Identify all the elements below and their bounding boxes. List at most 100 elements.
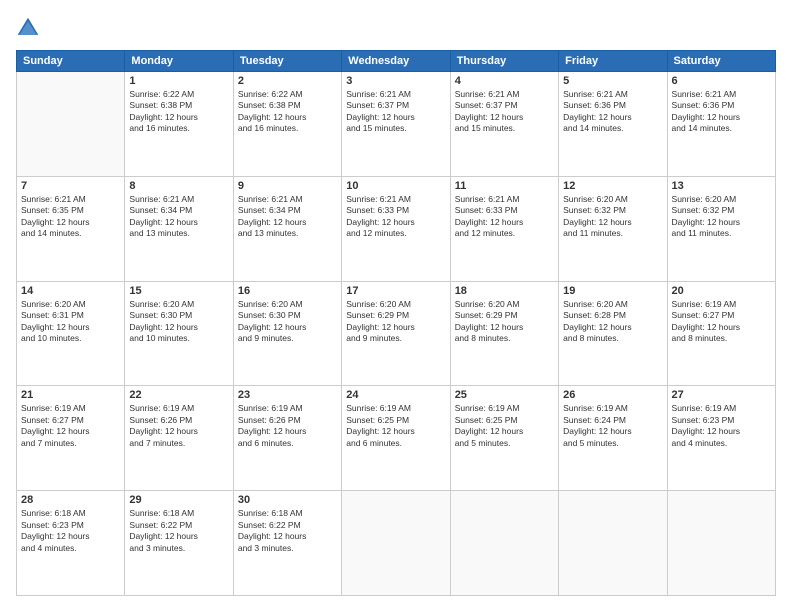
calendar-week-row: 7 Sunrise: 6:21 AM Sunset: 6:35 PM Daylig…	[17, 176, 776, 281]
calendar-cell: 11 Sunrise: 6:21 AM Sunset: 6:33 PM Dayli…	[450, 176, 558, 281]
calendar-cell: 2 Sunrise: 6:22 AM Sunset: 6:38 PM Daylig…	[233, 72, 341, 177]
day-info: Sunrise: 6:19 AM Sunset: 6:23 PM Dayligh…	[672, 403, 771, 449]
calendar-cell: 30 Sunrise: 6:18 AM Sunset: 6:22 PM Dayli…	[233, 491, 341, 596]
calendar-cell: 14 Sunrise: 6:20 AM Sunset: 6:31 PM Dayli…	[17, 281, 125, 386]
day-info: Sunrise: 6:21 AM Sunset: 6:36 PM Dayligh…	[563, 89, 662, 135]
day-info: Sunrise: 6:19 AM Sunset: 6:26 PM Dayligh…	[238, 403, 337, 449]
day-number: 15	[129, 285, 228, 297]
calendar-cell: 15 Sunrise: 6:20 AM Sunset: 6:30 PM Dayli…	[125, 281, 233, 386]
day-info: Sunrise: 6:20 AM Sunset: 6:29 PM Dayligh…	[346, 299, 445, 345]
weekday-header: Friday	[559, 51, 667, 72]
weekday-header: Wednesday	[342, 51, 450, 72]
calendar-cell: 12 Sunrise: 6:20 AM Sunset: 6:32 PM Dayli…	[559, 176, 667, 281]
day-number: 20	[672, 285, 771, 297]
day-info: Sunrise: 6:21 AM Sunset: 6:33 PM Dayligh…	[346, 194, 445, 240]
calendar-cell: 28 Sunrise: 6:18 AM Sunset: 6:23 PM Dayli…	[17, 491, 125, 596]
calendar-cell: 7 Sunrise: 6:21 AM Sunset: 6:35 PM Daylig…	[17, 176, 125, 281]
calendar-cell: 17 Sunrise: 6:20 AM Sunset: 6:29 PM Dayli…	[342, 281, 450, 386]
day-info: Sunrise: 6:20 AM Sunset: 6:28 PM Dayligh…	[563, 299, 662, 345]
calendar-cell: 23 Sunrise: 6:19 AM Sunset: 6:26 PM Dayli…	[233, 386, 341, 491]
day-number: 1	[129, 75, 228, 87]
calendar-cell: 26 Sunrise: 6:19 AM Sunset: 6:24 PM Dayli…	[559, 386, 667, 491]
calendar-cell: 27 Sunrise: 6:19 AM Sunset: 6:23 PM Dayli…	[667, 386, 775, 491]
page: SundayMondayTuesdayWednesdayThursdayFrid…	[0, 0, 792, 612]
day-number: 8	[129, 180, 228, 192]
calendar-cell	[559, 491, 667, 596]
logo-icon	[16, 16, 40, 40]
calendar-cell: 21Sunrise: 6:19 AM Sunset: 6:27 PM Dayli…	[17, 386, 125, 491]
calendar-cell: 4 Sunrise: 6:21 AM Sunset: 6:37 PM Daylig…	[450, 72, 558, 177]
day-info: Sunrise: 6:18 AM Sunset: 6:23 PM Dayligh…	[21, 508, 120, 554]
day-number: 14	[21, 285, 120, 297]
calendar-cell: 16 Sunrise: 6:20 AM Sunset: 6:30 PM Dayli…	[233, 281, 341, 386]
day-number: 5	[563, 75, 662, 87]
day-info: Sunrise: 6:22 AM Sunset: 6:38 PM Dayligh…	[238, 89, 337, 135]
day-number: 16	[238, 285, 337, 297]
calendar-table: SundayMondayTuesdayWednesdayThursdayFrid…	[16, 50, 776, 596]
day-info: Sunrise: 6:20 AM Sunset: 6:30 PM Dayligh…	[129, 299, 228, 345]
day-info: Sunrise: 6:21 AM Sunset: 6:37 PM Dayligh…	[346, 89, 445, 135]
calendar-cell	[342, 491, 450, 596]
weekday-header: Saturday	[667, 51, 775, 72]
day-number: 4	[455, 75, 554, 87]
calendar-cell: 10 Sunrise: 6:21 AM Sunset: 6:33 PM Dayli…	[342, 176, 450, 281]
calendar-cell: 22 Sunrise: 6:19 AM Sunset: 6:26 PM Dayli…	[125, 386, 233, 491]
day-info: Sunrise: 6:20 AM Sunset: 6:32 PM Dayligh…	[563, 194, 662, 240]
calendar-week-row: 1 Sunrise: 6:22 AM Sunset: 6:38 PM Daylig…	[17, 72, 776, 177]
day-number: 24	[346, 389, 445, 401]
day-info: Sunrise: 6:20 AM Sunset: 6:30 PM Dayligh…	[238, 299, 337, 345]
day-number: 27	[672, 389, 771, 401]
day-number: 10	[346, 180, 445, 192]
day-info: Sunrise: 6:18 AM Sunset: 6:22 PM Dayligh…	[238, 508, 337, 554]
calendar-cell: 13 Sunrise: 6:20 AM Sunset: 6:32 PM Dayli…	[667, 176, 775, 281]
weekday-header: Monday	[125, 51, 233, 72]
calendar-cell: 3 Sunrise: 6:21 AM Sunset: 6:37 PM Daylig…	[342, 72, 450, 177]
day-info: Sunrise: 6:19 AM Sunset: 6:25 PM Dayligh…	[346, 403, 445, 449]
calendar-cell	[667, 491, 775, 596]
calendar-cell: 1Sunrise: 6:22 AM Sunset: 6:38 PM Daylig…	[125, 72, 233, 177]
day-number: 3	[346, 75, 445, 87]
calendar-cell	[17, 72, 125, 177]
calendar-cell: 18 Sunrise: 6:20 AM Sunset: 6:29 PM Dayli…	[450, 281, 558, 386]
day-number: 21	[21, 389, 120, 401]
day-number: 22	[129, 389, 228, 401]
weekday-header: Sunday	[17, 51, 125, 72]
day-info: Sunrise: 6:20 AM Sunset: 6:29 PM Dayligh…	[455, 299, 554, 345]
weekday-header: Thursday	[450, 51, 558, 72]
day-info: Sunrise: 6:19 AM Sunset: 6:26 PM Dayligh…	[129, 403, 228, 449]
calendar-week-row: 28 Sunrise: 6:18 AM Sunset: 6:23 PM Dayli…	[17, 491, 776, 596]
calendar-header-row: SundayMondayTuesdayWednesdayThursdayFrid…	[17, 51, 776, 72]
day-info: Sunrise: 6:21 AM Sunset: 6:34 PM Dayligh…	[238, 194, 337, 240]
calendar-cell: 24 Sunrise: 6:19 AM Sunset: 6:25 PM Dayli…	[342, 386, 450, 491]
day-number: 26	[563, 389, 662, 401]
calendar-cell: 8 Sunrise: 6:21 AM Sunset: 6:34 PM Daylig…	[125, 176, 233, 281]
day-info: Sunrise: 6:20 AM Sunset: 6:32 PM Dayligh…	[672, 194, 771, 240]
day-info: Sunrise: 6:21 AM Sunset: 6:34 PM Dayligh…	[129, 194, 228, 240]
day-info: Sunrise: 6:19 AM Sunset: 6:24 PM Dayligh…	[563, 403, 662, 449]
day-number: 13	[672, 180, 771, 192]
day-number: 12	[563, 180, 662, 192]
day-info: Sunrise: 6:21 AM Sunset: 6:37 PM Dayligh…	[455, 89, 554, 135]
day-info: Sunrise: 6:19 AM Sunset: 6:25 PM Dayligh…	[455, 403, 554, 449]
day-number: 6	[672, 75, 771, 87]
day-number: 11	[455, 180, 554, 192]
logo	[16, 16, 42, 40]
calendar-cell: 5 Sunrise: 6:21 AM Sunset: 6:36 PM Daylig…	[559, 72, 667, 177]
day-number: 17	[346, 285, 445, 297]
calendar-cell: 6Sunrise: 6:21 AM Sunset: 6:36 PM Daylig…	[667, 72, 775, 177]
day-info: Sunrise: 6:21 AM Sunset: 6:33 PM Dayligh…	[455, 194, 554, 240]
header	[16, 16, 776, 40]
day-info: Sunrise: 6:21 AM Sunset: 6:35 PM Dayligh…	[21, 194, 120, 240]
day-number: 18	[455, 285, 554, 297]
day-number: 30	[238, 494, 337, 506]
calendar-cell: 19Sunrise: 6:20 AM Sunset: 6:28 PM Dayli…	[559, 281, 667, 386]
day-number: 7	[21, 180, 120, 192]
calendar-cell: 9Sunrise: 6:21 AM Sunset: 6:34 PM Daylig…	[233, 176, 341, 281]
calendar-cell	[450, 491, 558, 596]
day-info: Sunrise: 6:19 AM Sunset: 6:27 PM Dayligh…	[672, 299, 771, 345]
day-number: 23	[238, 389, 337, 401]
calendar-cell: 20 Sunrise: 6:19 AM Sunset: 6:27 PM Dayli…	[667, 281, 775, 386]
day-number: 2	[238, 75, 337, 87]
day-info: Sunrise: 6:20 AM Sunset: 6:31 PM Dayligh…	[21, 299, 120, 345]
day-number: 28	[21, 494, 120, 506]
